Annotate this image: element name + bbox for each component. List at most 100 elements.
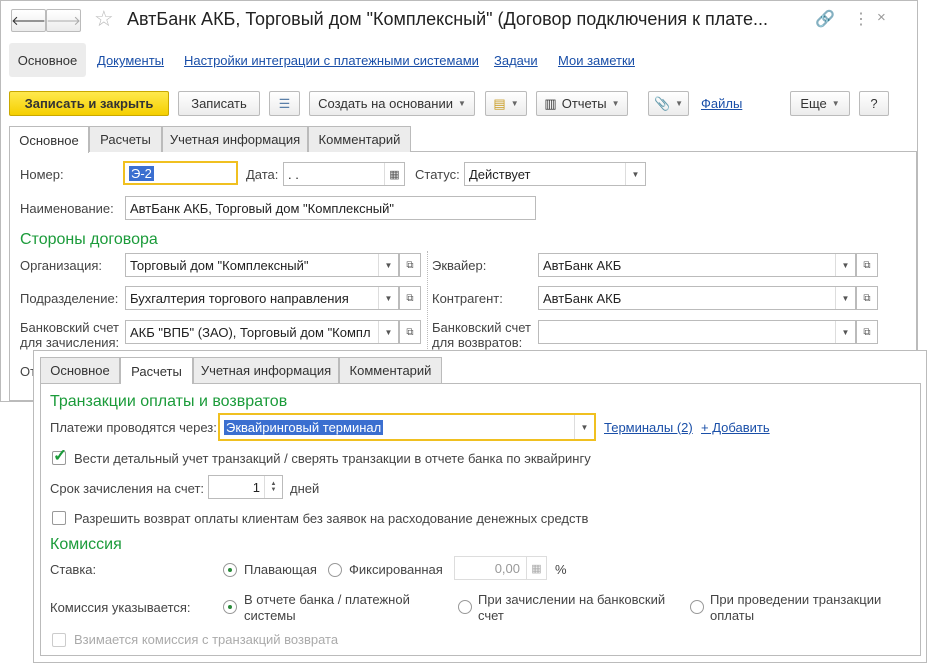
refund-commission-checkbox[interactable] <box>52 633 66 647</box>
print-button[interactable]: ▤ ▼ <box>485 91 527 116</box>
open-icon[interactable]: ⧉ <box>856 320 878 344</box>
name-label: Наименование: <box>20 201 114 216</box>
rate-floating-radio[interactable] <box>223 563 237 577</box>
number-label: Номер: <box>20 167 64 182</box>
tab-comment[interactable]: Комментарий <box>308 126 411 152</box>
status-value: Действует <box>469 166 531 182</box>
payments-value: Эквайринговый терминал <box>224 419 384 435</box>
status-field[interactable]: Действует ▼ <box>464 162 646 186</box>
settlements-overlay: Основное Расчеты Учетная информация Комм… <box>33 350 927 663</box>
commission-header: Комиссия <box>50 536 122 553</box>
open-icon[interactable]: ⧉ <box>399 286 421 310</box>
column-divider <box>427 251 428 351</box>
name-field[interactable]: АвтБанк АКБ, Торговый дом "Комплексный" <box>125 196 536 220</box>
chevron-down-icon[interactable]: ▼ <box>378 321 398 343</box>
open-icon[interactable]: ⧉ <box>856 286 878 310</box>
nav-notes[interactable]: Мои заметки <box>558 53 635 68</box>
date-field[interactable]: . . ▦ <box>283 162 405 186</box>
spec-transaction-radio[interactable] <box>690 600 704 614</box>
terminals-link[interactable]: Терминалы (2) <box>604 420 693 435</box>
account-value: АКБ "ВПБ" (ЗАО), Торговый дом "Компл <box>130 324 371 340</box>
term-field[interactable]: 1 ▲ ▼ <box>208 475 283 499</box>
chevron-down-icon: ▼ <box>457 99 466 108</box>
close-icon[interactable]: × <box>877 9 886 26</box>
rate-fixed-radio[interactable] <box>328 563 342 577</box>
forward-button[interactable]: 🡒 <box>46 9 81 32</box>
dept-label: Подразделение: <box>20 291 119 306</box>
rate-fixed-label: Фиксированная <box>349 562 443 577</box>
save-close-button[interactable]: Записать и закрыть <box>9 91 169 116</box>
term-label: Срок зачисления на счет: <box>50 481 205 496</box>
star-icon[interactable]: ☆ <box>94 6 114 32</box>
tab-accounting[interactable]: Учетная информация <box>162 126 308 152</box>
open-icon[interactable]: ⧉ <box>856 253 878 277</box>
chevron-down-icon[interactable]: ▼ <box>835 321 855 343</box>
chevron-down-icon[interactable]: ▼ <box>378 254 398 276</box>
acquirer-value: АвтБанк АКБ <box>543 257 622 273</box>
detailed-label: Вести детальный учет транзакций / сверят… <box>74 451 591 466</box>
spec-bank-account-radio[interactable] <box>458 600 472 614</box>
tab-accounting[interactable]: Учетная информация <box>193 357 339 383</box>
spec-opt3-label: При проведении транзакции оплаты <box>710 592 882 623</box>
contract-window: 🡐 🡒 ☆ АвтБанк АКБ, Торговый дом "Комплек… <box>0 0 918 402</box>
more-icon[interactable]: ⋮ <box>853 9 869 29</box>
allow-refund-label: Разрешить возврат оплаты клиентам без за… <box>74 511 589 526</box>
spinner-icon[interactable]: ▲ ▼ <box>264 476 282 498</box>
chevron-down-icon[interactable]: ▼ <box>835 254 855 276</box>
dept-field[interactable]: Бухгалтерия торгового направления ▼ <box>125 286 399 310</box>
document-icon: ▤ <box>493 95 506 111</box>
rate-value: 0,00 <box>494 560 520 576</box>
tab-main[interactable]: Основное <box>9 126 89 153</box>
rate-floating-label: Плавающая <box>244 562 317 577</box>
nav-documents[interactable]: Документы <box>97 53 164 68</box>
tab-settlements[interactable]: Расчеты <box>89 126 162 152</box>
nav-integration-settings[interactable]: Настройки интеграции с платежными систем… <box>184 53 479 68</box>
attach-button[interactable]: 📎 ▼ <box>648 91 689 116</box>
acquirer-field[interactable]: АвтБанк АКБ ▼ <box>538 253 856 277</box>
account-label: Банковский счет для зачисления: <box>20 320 120 350</box>
more-button[interactable]: Еще ▼ <box>790 91 850 116</box>
reports-label: Отчеты <box>561 96 607 111</box>
chevron-down-icon[interactable]: ▼ <box>625 163 645 185</box>
open-icon[interactable]: ⧉ <box>399 320 421 344</box>
acquirer-label: Эквайер: <box>432 258 487 273</box>
reports-button[interactable]: ▥ Отчеты ▼ <box>536 91 628 116</box>
number-value: Э-2 <box>129 165 154 181</box>
back-button[interactable]: 🡐 <box>11 9 46 32</box>
tab-comment[interactable]: Комментарий <box>339 357 442 383</box>
spec-opt2-label: При зачислении на банковский счет <box>478 592 666 623</box>
help-button[interactable]: ? <box>859 91 889 116</box>
term-value: 1 <box>252 479 260 495</box>
open-icon[interactable]: ⧉ <box>399 253 421 277</box>
account-field[interactable]: АКБ "ВПБ" (ЗАО), Торговый дом "Компл ▼ <box>125 320 399 344</box>
chevron-down-icon[interactable]: ▼ <box>378 287 398 309</box>
detailed-checkbox[interactable]: ✓ <box>52 446 67 465</box>
refund-account-field[interactable]: ▼ <box>538 320 856 344</box>
counterparty-label: Контрагент: <box>432 291 503 306</box>
org-field[interactable]: Торговый дом "Комплексный" ▼ <box>125 253 399 277</box>
list-icon[interactable]: ☰ <box>269 91 300 116</box>
add-link[interactable]: + Добавить <box>701 420 770 435</box>
date-label: Дата: <box>246 167 279 182</box>
payments-field[interactable]: Эквайринговый терминал ▼ <box>218 413 596 441</box>
date-value: . . <box>288 166 299 182</box>
rate-value-field[interactable]: 0,00 ▦ <box>454 556 547 580</box>
counterparty-field[interactable]: АвтБанк АКБ ▼ <box>538 286 856 310</box>
calendar-icon[interactable]: ▦ <box>384 163 404 185</box>
create-based-button[interactable]: Создать на основании ▼ <box>309 91 475 116</box>
number-field[interactable]: Э-2 <box>123 161 238 185</box>
nav-tasks[interactable]: Задачи <box>494 53 538 68</box>
chevron-down-icon: ▼ <box>831 99 840 108</box>
calculator-icon[interactable]: ▦ <box>526 557 546 579</box>
nav-main[interactable]: Основное <box>9 43 86 77</box>
tab-settlements[interactable]: Расчеты <box>120 357 193 384</box>
files-link[interactable]: Файлы <box>701 96 742 111</box>
chevron-down-icon: ▼ <box>675 99 684 108</box>
allow-refund-checkbox[interactable] <box>52 511 66 525</box>
chevron-down-icon[interactable]: ▼ <box>835 287 855 309</box>
link-icon[interactable]: 🔗 <box>815 9 835 29</box>
chevron-down-icon[interactable]: ▼ <box>574 415 594 439</box>
tab-main[interactable]: Основное <box>40 357 120 383</box>
spec-bank-report-radio[interactable] <box>223 600 237 614</box>
save-button[interactable]: Записать <box>178 91 260 116</box>
